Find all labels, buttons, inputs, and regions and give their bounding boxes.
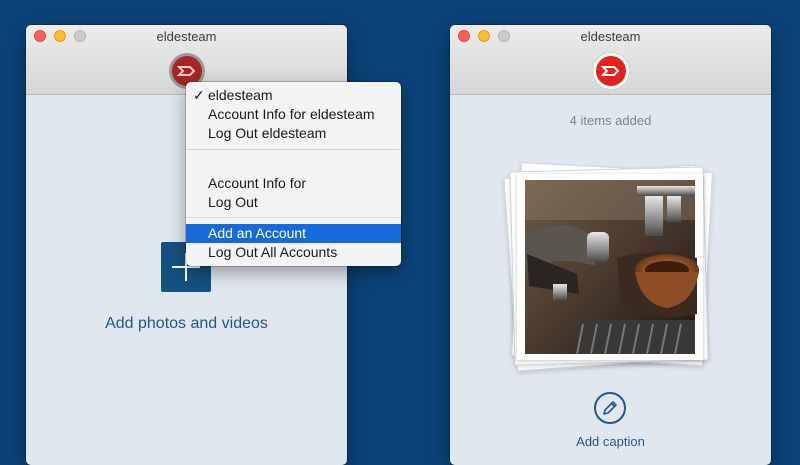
window-title: eldesteam [580,29,641,44]
menu-item-log-out-generic[interactable]: Log Out [186,193,401,212]
add-media-label[interactable]: Add photos and videos [26,315,347,333]
menu-item-label: Log Out eldesteam [208,125,327,141]
account-menu: ✓ eldesteam Account Info for eldesteam L… [186,82,401,266]
account-avatar-icon [595,56,626,86]
photo-stack[interactable] [503,162,713,372]
coffee-photo [517,174,703,360]
pencil-icon [603,401,617,415]
right-window: eldesteam 4 items added Add caption [450,25,771,465]
checkmark-icon: ✓ [193,87,205,103]
espresso-machine-image [525,180,699,355]
menu-item-log-out[interactable]: Log Out eldesteam [186,124,401,143]
menu-item-log-out-all[interactable]: Log Out All Accounts [186,243,401,262]
menu-item-account-info-generic[interactable]: Account Info for [186,174,401,193]
menu-item-label: Add an Account [208,225,307,241]
account-avatar-button[interactable] [592,53,629,89]
menu-item-label: Account Info for [208,175,307,191]
items-added-count: 4 items added [569,113,652,128]
menu-item-account-info[interactable]: Account Info for eldesteam [186,105,401,124]
menu-item-add-account[interactable]: Add an Account [186,224,401,243]
menu-item-label: Log Out [208,194,258,210]
add-caption-button[interactable] [594,392,626,424]
add-caption-label[interactable]: Add caption [450,434,771,449]
menu-separator [186,217,401,218]
menu-item-label: Account Info for eldesteam [208,106,375,122]
menu-item-current-account[interactable]: ✓ eldesteam [186,86,401,105]
menu-item-label: eldesteam [208,87,273,103]
menu-separator [186,149,401,150]
menu-item-label: Log Out All Accounts [208,244,338,260]
right-titlebar: eldesteam [450,25,771,95]
window-title: eldesteam [156,29,217,44]
